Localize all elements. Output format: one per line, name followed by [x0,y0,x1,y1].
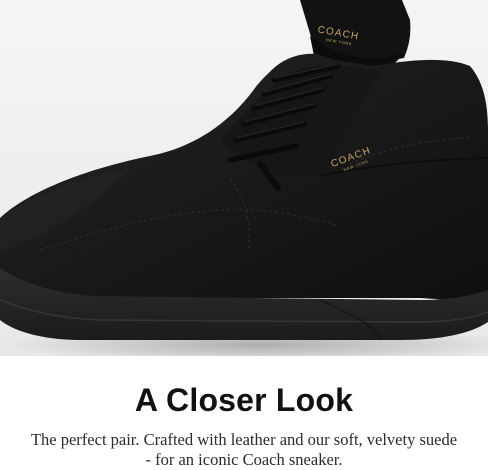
product-hero-image: COACH NEW YORK COACH NEW YORK [0,0,488,356]
section-description: The perfect pair. Crafted with leather a… [30,430,458,469]
sneaker-illustration: COACH NEW YORK COACH NEW YORK [0,0,488,356]
section-title: A Closer Look [134,382,354,418]
